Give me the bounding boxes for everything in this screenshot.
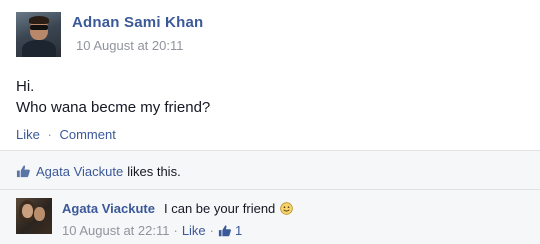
post-timestamp[interactable]: 10 August at 20:11 <box>76 38 183 53</box>
meta-separator: · <box>209 223 215 238</box>
avatar-face <box>22 204 33 218</box>
post-author-name[interactable]: Adnan Sami Khan <box>72 14 203 31</box>
comment-like-link[interactable]: Like <box>182 223 206 238</box>
post-text-line-2: Who wana becme my friend? <box>16 99 211 116</box>
thumbs-up-icon <box>218 224 231 236</box>
comment-timestamp[interactable]: 10 August at 22:11 <box>62 223 169 238</box>
thumbs-up-icon <box>16 165 30 178</box>
action-separator: · <box>47 127 52 142</box>
feedback-divider <box>0 189 540 190</box>
commenter-avatar[interactable] <box>16 198 52 234</box>
post-actions: Like · Comment <box>16 127 116 142</box>
like-link[interactable]: Like <box>16 127 40 142</box>
comment-author-name[interactable]: Agata Viackute <box>62 201 155 216</box>
author-avatar[interactable] <box>16 12 61 57</box>
liker-name[interactable]: Agata Viackute <box>36 164 123 179</box>
post-text-line-1: Hi. <box>16 78 35 95</box>
smiley-emoticon-icon <box>280 202 294 215</box>
feedback-section: Agata Viackute likes this. Agata Viackut… <box>0 150 540 244</box>
avatar-sunglasses <box>30 25 48 30</box>
comment-body: I can be your friend <box>164 201 294 216</box>
comment-meta: 10 August at 22:11 · Like · 1 <box>62 223 242 238</box>
likes-summary: Agata Viackute likes this. <box>16 164 181 179</box>
facebook-post: Adnan Sami Khan 10 August at 20:11 Hi. W… <box>0 0 540 244</box>
avatar-face <box>34 207 45 221</box>
comment-like-count[interactable]: 1 <box>235 223 242 238</box>
avatar-hair <box>29 16 49 24</box>
likes-text: likes this. <box>127 164 181 179</box>
avatar-body <box>22 40 56 57</box>
comment-link[interactable]: Comment <box>59 127 115 142</box>
comment-text: I can be your friend <box>164 201 276 216</box>
meta-separator: · <box>173 223 178 238</box>
